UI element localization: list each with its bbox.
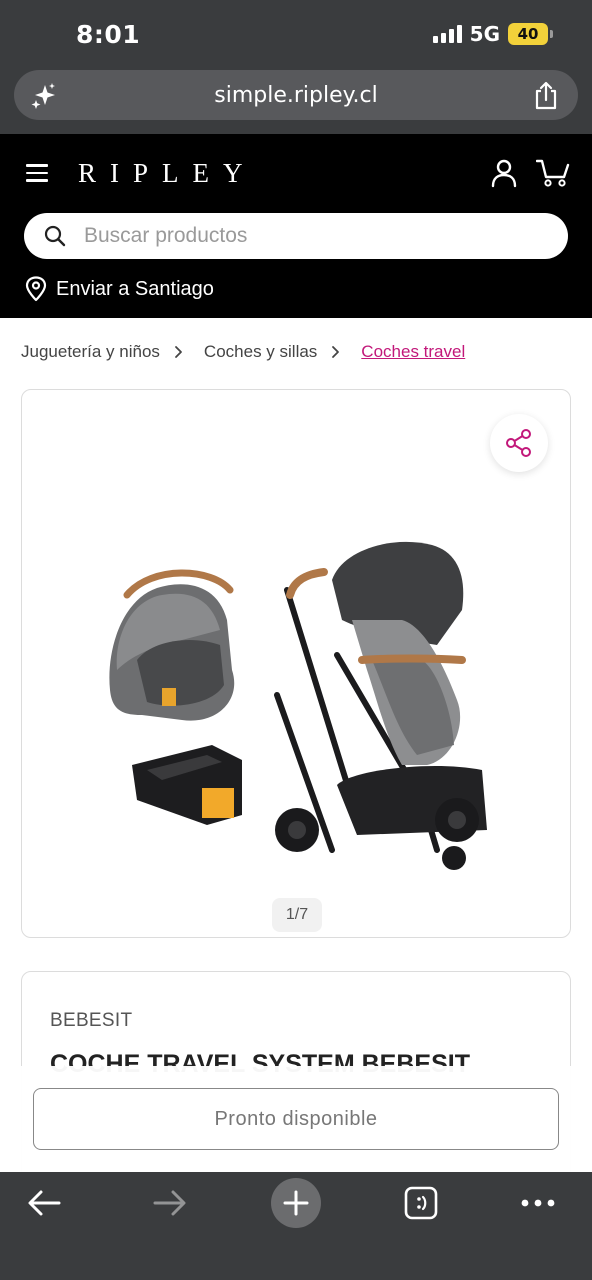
gallery-pager: 1/7 [272, 898, 322, 932]
menu-icon[interactable] [26, 164, 48, 182]
product-image[interactable] [102, 470, 502, 870]
network-type: 5G [469, 22, 500, 46]
tabs-icon[interactable] [404, 1186, 438, 1220]
product-brand[interactable]: BEBESIT [50, 1010, 132, 1032]
user-icon[interactable] [490, 158, 518, 188]
sticky-action-bar: Pronto disponible [0, 1066, 592, 1172]
location-label: Enviar a Santiago [56, 277, 214, 300]
breadcrumb-item-jugueteria[interactable]: Juguetería y niños [21, 342, 160, 362]
site-header: RIPLEY Enviar a Santiago [0, 134, 592, 318]
browser-url-area: simple.ripley.cl [0, 66, 592, 134]
delivery-location[interactable]: Enviar a Santiago [24, 276, 214, 302]
new-tab-button[interactable] [271, 1178, 321, 1228]
more-icon[interactable] [520, 1196, 556, 1210]
share-icon[interactable] [532, 81, 560, 111]
share-button[interactable] [490, 414, 548, 472]
back-arrow-icon[interactable] [26, 1188, 62, 1218]
signal-icon [432, 25, 462, 43]
chevron-right-icon [175, 346, 182, 358]
breadcrumb-item-coches-travel[interactable]: Coches travel [361, 342, 465, 362]
url-text: simple.ripley.cl [214, 83, 378, 108]
ripley-logo[interactable]: RIPLEY [78, 158, 257, 189]
breadcrumb-item-coches-sillas[interactable]: Coches y sillas [204, 342, 317, 362]
cart-icon[interactable] [536, 158, 570, 188]
product-gallery[interactable]: 1/7 [21, 389, 571, 938]
search-icon [44, 225, 66, 247]
forward-arrow-icon[interactable] [152, 1188, 188, 1218]
share-icon [506, 429, 531, 457]
search-input[interactable] [84, 213, 544, 259]
battery-icon: 40 [508, 23, 553, 45]
plus-icon [283, 1190, 309, 1216]
status-indicators: 5G 40 [432, 22, 553, 46]
availability-button[interactable]: Pronto disponible [33, 1088, 559, 1150]
breadcrumb: Juguetería y niños Coches y sillas Coche… [21, 342, 465, 362]
location-pin-icon [25, 276, 47, 302]
status-bar: 8:01 5G 40 [0, 0, 592, 66]
status-time: 8:01 [76, 20, 141, 49]
search-bar[interactable] [24, 213, 568, 259]
browser-toolbar [0, 1172, 592, 1280]
address-bar[interactable]: simple.ripley.cl [14, 70, 578, 120]
chevron-right-icon [332, 346, 340, 358]
